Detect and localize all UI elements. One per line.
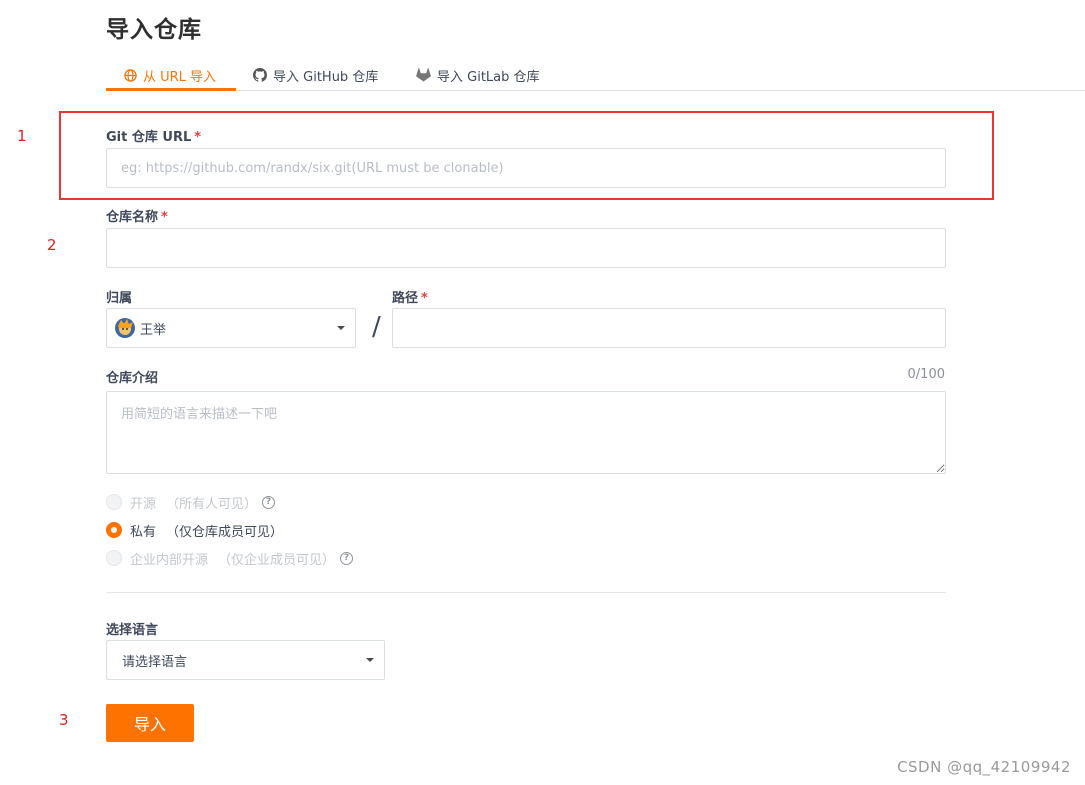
tab-import-from-url[interactable]: 从 URL 导入 — [124, 64, 216, 86]
owner-label: 归属 — [106, 291, 133, 306]
radio-label: 企业内部开源 — [130, 552, 209, 568]
owner-value: 王举 — [140, 322, 167, 338]
visibility-option-private[interactable]: 私有 （仅仓库成员可见） — [106, 520, 283, 540]
tab-import-gitlab[interactable]: 导入 GitLab 仓库 — [416, 64, 540, 86]
chevron-down-icon — [337, 326, 345, 330]
radio-button[interactable] — [106, 522, 122, 538]
section-divider — [106, 592, 946, 593]
path-label: 路径 * — [392, 291, 428, 306]
tab-label: 导入 GitLab 仓库 — [437, 69, 540, 85]
annotation-number-3: 3 — [59, 711, 69, 729]
tab-import-github[interactable]: 导入 GitHub 仓库 — [253, 64, 378, 86]
gitlab-icon — [416, 68, 431, 82]
question-circle-icon[interactable]: ? — [340, 551, 354, 565]
avatar — [115, 318, 135, 338]
visibility-option-public[interactable]: 开源 （所有人可见） ? — [106, 492, 276, 512]
annotation-number-1: 1 — [17, 127, 27, 145]
page-title: 导入仓库 — [106, 17, 202, 43]
repo-name-label: 仓库名称 * — [106, 210, 168, 225]
radio-button[interactable] — [106, 550, 122, 566]
tabs-divider — [106, 90, 1085, 91]
description-textarea[interactable] — [106, 391, 946, 474]
radio-hint: （所有人可见） — [166, 496, 258, 512]
radio-hint: （仅仓库成员可见） — [166, 524, 284, 540]
radio-button[interactable] — [106, 494, 122, 510]
watermark: CSDN @qq_42109942 — [897, 758, 1071, 776]
repo-name-input[interactable] — [106, 228, 946, 268]
tab-label: 导入 GitHub 仓库 — [273, 69, 379, 85]
annotation-number-2: 2 — [47, 236, 57, 254]
github-icon — [253, 68, 267, 82]
language-select[interactable]: 请选择语言 — [106, 640, 385, 680]
radio-label: 私有 — [130, 524, 157, 540]
language-value: 请选择语言 — [122, 654, 188, 670]
language-label: 选择语言 — [106, 623, 159, 638]
path-separator: / — [372, 312, 381, 342]
active-tab-indicator — [106, 88, 236, 91]
radio-label: 开源 — [130, 496, 157, 512]
chevron-down-icon — [366, 658, 374, 662]
path-input[interactable] — [392, 308, 946, 348]
question-circle-icon[interactable]: ? — [262, 495, 276, 509]
description-label: 仓库介绍 — [106, 371, 159, 386]
tab-label: 从 URL 导入 — [143, 69, 217, 85]
description-counter: 0/100 — [907, 367, 945, 382]
git-url-label: Git 仓库 URL * — [106, 130, 202, 145]
git-url-input[interactable] — [106, 148, 946, 188]
globe-icon — [124, 68, 137, 82]
radio-hint: （仅企业成员可见） — [218, 552, 336, 568]
owner-select[interactable]: 王举 — [106, 308, 356, 348]
visibility-option-enterprise[interactable]: 企业内部开源 （仅企业成员可见） ? — [106, 548, 354, 568]
import-button[interactable]: 导入 — [106, 704, 194, 742]
